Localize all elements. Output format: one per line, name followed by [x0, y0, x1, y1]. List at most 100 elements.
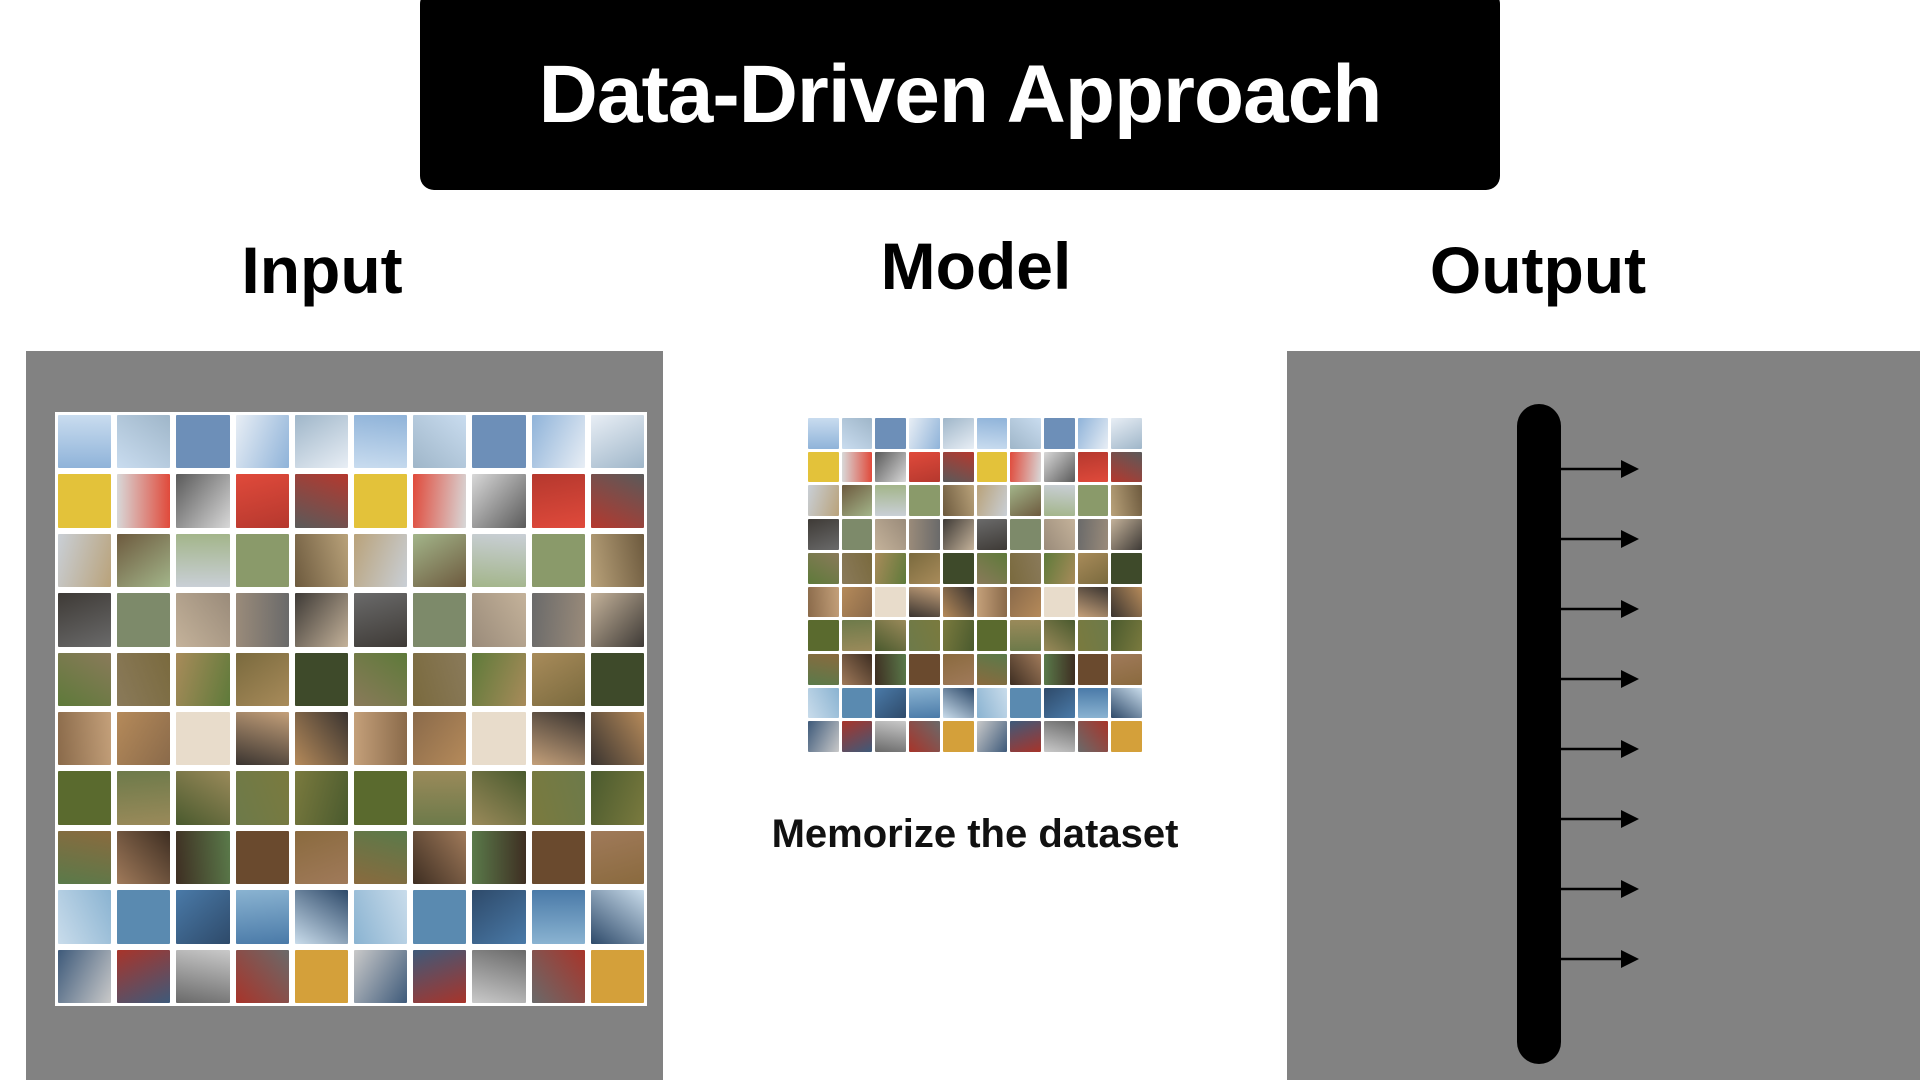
- input-thumbnail-automobile: [117, 474, 171, 528]
- output-arrow-head: [1621, 670, 1639, 688]
- model-image-grid: [806, 416, 1144, 754]
- model-thumbnail-truck: [1010, 721, 1041, 752]
- model-caption: Memorize the dataset: [771, 812, 1179, 856]
- slide-title: Data-Driven Approach: [538, 49, 1383, 140]
- model-thumbnail-airplane: [1111, 418, 1142, 449]
- model-thumbnail-frog: [942, 620, 974, 651]
- model-thumbnail-frog: [976, 620, 1008, 651]
- model-thumbnail-airplane: [1043, 418, 1075, 449]
- model-thumbnail-ship: [1077, 687, 1109, 719]
- model-thumbnail-bird: [1043, 485, 1075, 517]
- model-thumbnail-airplane: [875, 418, 907, 449]
- input-thumbnail-horse: [472, 830, 526, 885]
- input-thumbnail-ship: [531, 890, 585, 944]
- input-thumbnail-deer: [117, 652, 171, 706]
- input-thumbnail-frog: [472, 771, 526, 825]
- model-thumbnail-frog: [841, 620, 873, 651]
- input-thumbnail-deer: [531, 652, 585, 706]
- input-thumbnail-bird: [58, 533, 112, 588]
- model-thumbnail-cat: [942, 519, 974, 550]
- input-thumbnail-horse: [176, 830, 230, 885]
- input-thumbnail-ship: [354, 890, 408, 944]
- model-thumbnail-dog: [909, 586, 940, 618]
- model-thumbnail-bird: [909, 485, 940, 517]
- input-thumbnail-cat: [235, 593, 289, 647]
- model-thumbnail-truck: [976, 721, 1008, 752]
- input-thumbnail-truck: [413, 949, 467, 1003]
- input-thumbnail-automobile: [413, 474, 467, 528]
- input-thumbnail-deer: [176, 652, 230, 706]
- input-thumbnail-deer: [58, 652, 112, 706]
- input-thumbnail-cat: [413, 593, 467, 647]
- model-thumbnail-ship: [909, 687, 940, 719]
- model-thumbnail-airplane: [1077, 418, 1109, 449]
- output-arrow-head: [1621, 460, 1639, 478]
- model-thumbnail-frog: [909, 620, 940, 651]
- input-thumbnail-airplane: [294, 415, 348, 469]
- input-thumbnail-airplane: [117, 415, 171, 469]
- input-thumbnail-ship: [590, 890, 644, 944]
- input-thumbnail-bird: [590, 533, 644, 588]
- model-thumbnail-frog: [1010, 620, 1041, 651]
- input-thumbnail-automobile: [531, 474, 585, 528]
- input-thumbnail-deer: [294, 652, 348, 706]
- model-thumbnail-ship: [808, 687, 839, 719]
- input-thumbnail-truck: [235, 949, 289, 1003]
- model-thumbnail-frog: [1043, 620, 1075, 651]
- input-thumbnail-ship: [117, 890, 171, 944]
- input-thumbnail-automobile: [58, 474, 112, 528]
- model-thumbnail-cat: [1043, 519, 1075, 550]
- input-thumbnail-automobile: [294, 474, 348, 528]
- model-thumbnail-automobile: [1077, 451, 1109, 483]
- title-banner: Data-Driven Approach: [420, 0, 1500, 190]
- model-thumbnail-dog: [875, 586, 907, 618]
- input-thumbnail-airplane: [58, 415, 112, 469]
- model-thumbnail-bird: [875, 485, 907, 517]
- model-thumbnail-bird: [942, 485, 974, 517]
- model-thumbnail-deer: [1010, 552, 1041, 584]
- model-thumbnail-deer: [841, 552, 873, 584]
- input-thumbnail-cat: [472, 593, 526, 647]
- input-thumbnail-deer: [590, 652, 644, 706]
- model-thumbnail-horse: [875, 653, 907, 685]
- input-thumbnail-bird: [117, 533, 171, 588]
- model-thumbnail-ship: [1010, 687, 1041, 719]
- input-thumbnail-ship: [235, 890, 289, 944]
- model-thumbnail-cat: [841, 519, 873, 550]
- input-thumbnail-ship: [176, 890, 230, 944]
- model-thumbnail-horse: [909, 653, 940, 685]
- model-thumbnail-airplane: [841, 418, 873, 449]
- input-thumbnail-bird: [472, 533, 526, 588]
- model-thumbnail-truck: [1111, 721, 1142, 752]
- model-thumbnail-ship: [841, 687, 873, 719]
- input-thumbnail-airplane: [590, 415, 644, 469]
- model-thumbnail-horse: [1010, 653, 1041, 685]
- input-thumbnail-airplane: [176, 415, 230, 469]
- model-thumbnail-cat: [976, 519, 1008, 550]
- input-thumbnail-deer: [472, 652, 526, 706]
- input-thumbnail-horse: [590, 830, 644, 885]
- model-thumbnail-frog: [1077, 620, 1109, 651]
- model-thumbnail-ship: [942, 687, 974, 719]
- model-thumbnail-dog: [1077, 586, 1109, 618]
- input-thumbnail-automobile: [590, 474, 644, 528]
- output-arrow-head: [1621, 810, 1639, 828]
- input-thumbnail-dog: [472, 712, 526, 766]
- output-bar: [1517, 404, 1561, 1064]
- model-thumbnail-deer: [1043, 552, 1075, 584]
- input-thumbnail-frog: [58, 771, 112, 825]
- output-diagram: [1517, 404, 1639, 1064]
- model-thumbnail-airplane: [909, 418, 940, 449]
- input-thumbnail-ship: [472, 890, 526, 944]
- input-thumbnail-cat: [354, 593, 408, 647]
- input-thumbnail-truck: [58, 949, 112, 1003]
- input-thumbnail-ship: [58, 890, 112, 944]
- model-thumbnail-ship: [1111, 687, 1142, 719]
- model-thumbnail-ship: [976, 687, 1008, 719]
- model-thumbnail-bird: [1077, 485, 1109, 517]
- input-thumbnail-airplane: [354, 415, 408, 469]
- input-thumbnail-horse: [117, 830, 171, 885]
- input-thumbnail-truck: [117, 949, 171, 1003]
- input-thumbnail-frog: [531, 771, 585, 825]
- input-thumbnail-dog: [235, 712, 289, 766]
